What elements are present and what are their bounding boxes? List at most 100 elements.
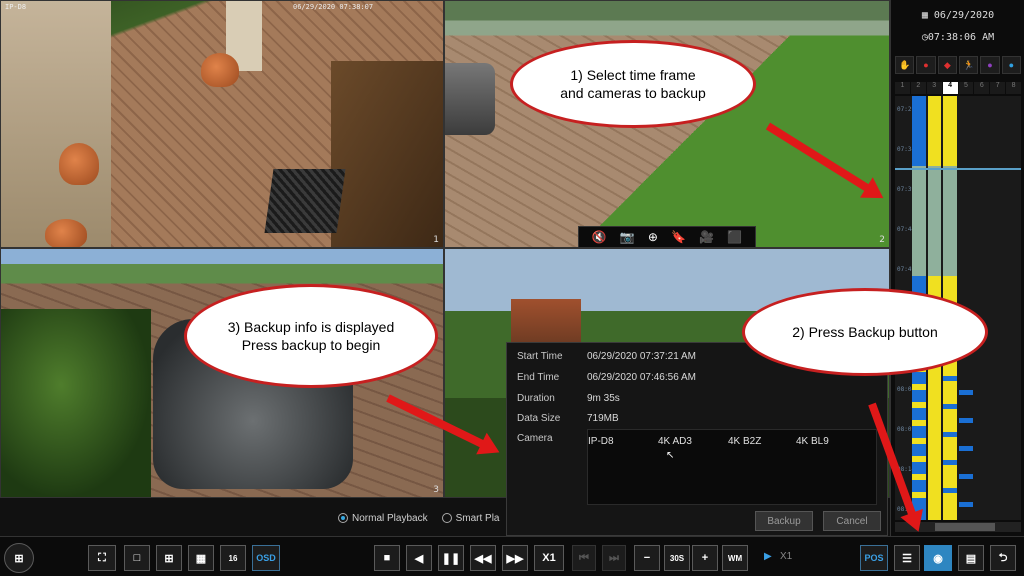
recording-band-normal (959, 502, 973, 507)
duration-row: Duration 9m 35s (517, 393, 620, 404)
rewind-button[interactable]: ◀◀ (470, 545, 496, 571)
zoom-icon[interactable]: ⊕ (648, 231, 658, 243)
camera-list-item[interactable]: 4K B2Z (728, 436, 761, 447)
plus-icon: + (701, 552, 709, 564)
fast-forward-button[interactable]: ▶▶ (502, 545, 528, 571)
annotation-line: 2) Press Backup button (792, 324, 938, 340)
reverse-play-icon: ◀ (414, 552, 424, 565)
back-button[interactable]: ⮌ (990, 545, 1016, 571)
camera-tile-1[interactable]: IP-D8 06/29/2020 07:38:07 1 (0, 0, 444, 248)
fullscreen-icon: ⛶ (98, 551, 106, 564)
timeline-channel-5[interactable]: 5 (958, 82, 974, 94)
prev-frame-button[interactable]: ⏮ (572, 545, 596, 571)
pause-button[interactable]: ❚❚ (438, 545, 464, 571)
snapshot-icon[interactable]: 📷 (620, 231, 635, 243)
start-time-label: Start Time (517, 351, 563, 362)
normal-playback-radio[interactable]: Normal Playback (338, 513, 428, 524)
camera-playback-toolbar: 🔇 📷 ⊕ 🔖 🎥 ⬛ (578, 226, 756, 248)
event-type-filters: ✋ ● ◆ 🏃 ● ● (895, 56, 1021, 74)
cancel-button[interactable]: Cancel (823, 511, 881, 531)
camera-list: IP-D8 4K AD3 4K B2Z 4K BL9 ↖ (587, 429, 877, 505)
annotation-line: and cameras to backup (560, 85, 706, 101)
next-frame-button[interactable]: ⏭ (602, 545, 626, 571)
mouse-cursor-icon: ↖ (666, 450, 675, 461)
layout-16-icon: 16 (228, 553, 238, 563)
recording-band-motion (911, 384, 926, 390)
flower-pot (45, 219, 87, 247)
recording-band-motion (911, 420, 926, 426)
camera-list-item[interactable]: IP-D8 (588, 436, 614, 447)
camera-osd-time: 06/29/2020 07:38:07 (293, 3, 374, 11)
camera-row: Camera (517, 433, 587, 444)
timeline-panel: ▦ 06/29/2020 ◷07:38:06 AM ✋ ● ◆ 🏃 ● ● 12… (890, 0, 1024, 536)
backup-icon[interactable]: ⬛ (727, 231, 742, 243)
timeline-channel-4[interactable]: 4 (942, 82, 958, 94)
backup-toolbar-button[interactable]: ◉ (924, 545, 952, 571)
timeline-channel-6[interactable]: 6 (974, 82, 990, 94)
sensor-filter-icon[interactable]: ● (916, 56, 936, 74)
recording-band-motion (911, 492, 926, 498)
start-menu-button[interactable]: ⊞ (4, 543, 34, 573)
flower-pot (201, 53, 239, 87)
stop-button[interactable]: ■ (374, 545, 400, 571)
timeline-date[interactable]: ▦ 06/29/2020 (891, 10, 1024, 21)
data-size-label: Data Size (517, 413, 561, 424)
vehicle-filter-icon[interactable]: ● (980, 56, 1000, 74)
mute-icon[interactable]: 🔇 (592, 231, 607, 243)
object-filter-icon[interactable]: ◆ (937, 56, 957, 74)
timeline-channel-1[interactable]: 1 (895, 82, 910, 94)
porch-railing (331, 61, 443, 247)
camera-osd-name: IP-D8 (5, 3, 27, 11)
radio-selected-icon (338, 512, 348, 523)
smart-playback-radio[interactable]: Smart Pla (441, 512, 500, 524)
camera-list-item[interactable]: 4K BL9 (796, 436, 829, 447)
start-time-value: 06/29/2020 07:37:21 AM (587, 351, 696, 362)
osd-button[interactable]: OSD (252, 545, 280, 571)
smart-playback-label: Smart Pla (455, 512, 500, 524)
house-wall (1, 1, 111, 247)
interval-button[interactable]: 30S (664, 545, 690, 571)
fullscreen-button[interactable]: ⛶ (88, 545, 116, 571)
recording-band-normal (943, 488, 957, 493)
timeline-channel-7[interactable]: 7 (990, 82, 1006, 94)
person-filter-icon[interactable]: 🏃 (958, 56, 979, 74)
camera-list-item[interactable]: 4K AD3 (658, 436, 692, 447)
watermark-button[interactable]: WM (722, 545, 748, 571)
decrease-interval-button[interactable]: − (634, 545, 660, 571)
camera-number: 1 (433, 235, 439, 245)
end-time-label: End Time (517, 372, 560, 383)
next-frame-icon: ⏭ (609, 551, 619, 564)
timeline-date-text: 06/29/2020 (933, 10, 995, 21)
prev-frame-icon: ⏮ (579, 551, 589, 564)
motion-filter-icon[interactable]: ✋ (895, 56, 915, 74)
grid-menu-icon: ⊞ (14, 552, 24, 565)
timeline-time: ◷07:38:06 AM (891, 32, 1024, 43)
scroll-thumb[interactable] (935, 523, 995, 531)
increase-interval-button[interactable]: + (692, 545, 718, 571)
timeline-channel-8[interactable]: 8 (1006, 82, 1021, 94)
stop-icon: ■ (383, 552, 391, 564)
record-clip-icon[interactable]: 🎥 (699, 231, 714, 243)
annotation-step-2: 2) Press Backup button (742, 288, 988, 376)
speed-button[interactable]: X1 (534, 545, 564, 571)
backup-list-button[interactable]: ▤ (958, 545, 984, 571)
bookmark-icon[interactable]: 🔖 (671, 231, 686, 243)
pos-button[interactable]: POS (860, 545, 888, 571)
return-icon: ⮌ (998, 551, 1008, 564)
backup-button[interactable]: Backup (755, 511, 813, 531)
layout-9-icon: ▦ (195, 552, 207, 565)
layout-1-button[interactable]: □ (124, 545, 150, 571)
event-list-button[interactable]: ☰ (894, 545, 920, 571)
timeline-channel-3[interactable]: 3 (926, 82, 942, 94)
reverse-play-button[interactable]: ◀ (406, 545, 432, 571)
layout-4-button[interactable]: ⊞ (156, 545, 182, 571)
all-events-filter-icon[interactable]: ● (1001, 56, 1021, 74)
recording-band-normal (943, 376, 957, 381)
annotation-line: Press backup to begin (241, 337, 381, 353)
camera-label: Camera (517, 433, 553, 444)
layout-9-button[interactable]: ▦ (188, 545, 214, 571)
recording-band-normal (943, 432, 957, 437)
recording-band-selected (927, 166, 942, 276)
timeline-channel-2[interactable]: 2 (910, 82, 926, 94)
layout-16-button[interactable]: 16 (220, 545, 246, 571)
